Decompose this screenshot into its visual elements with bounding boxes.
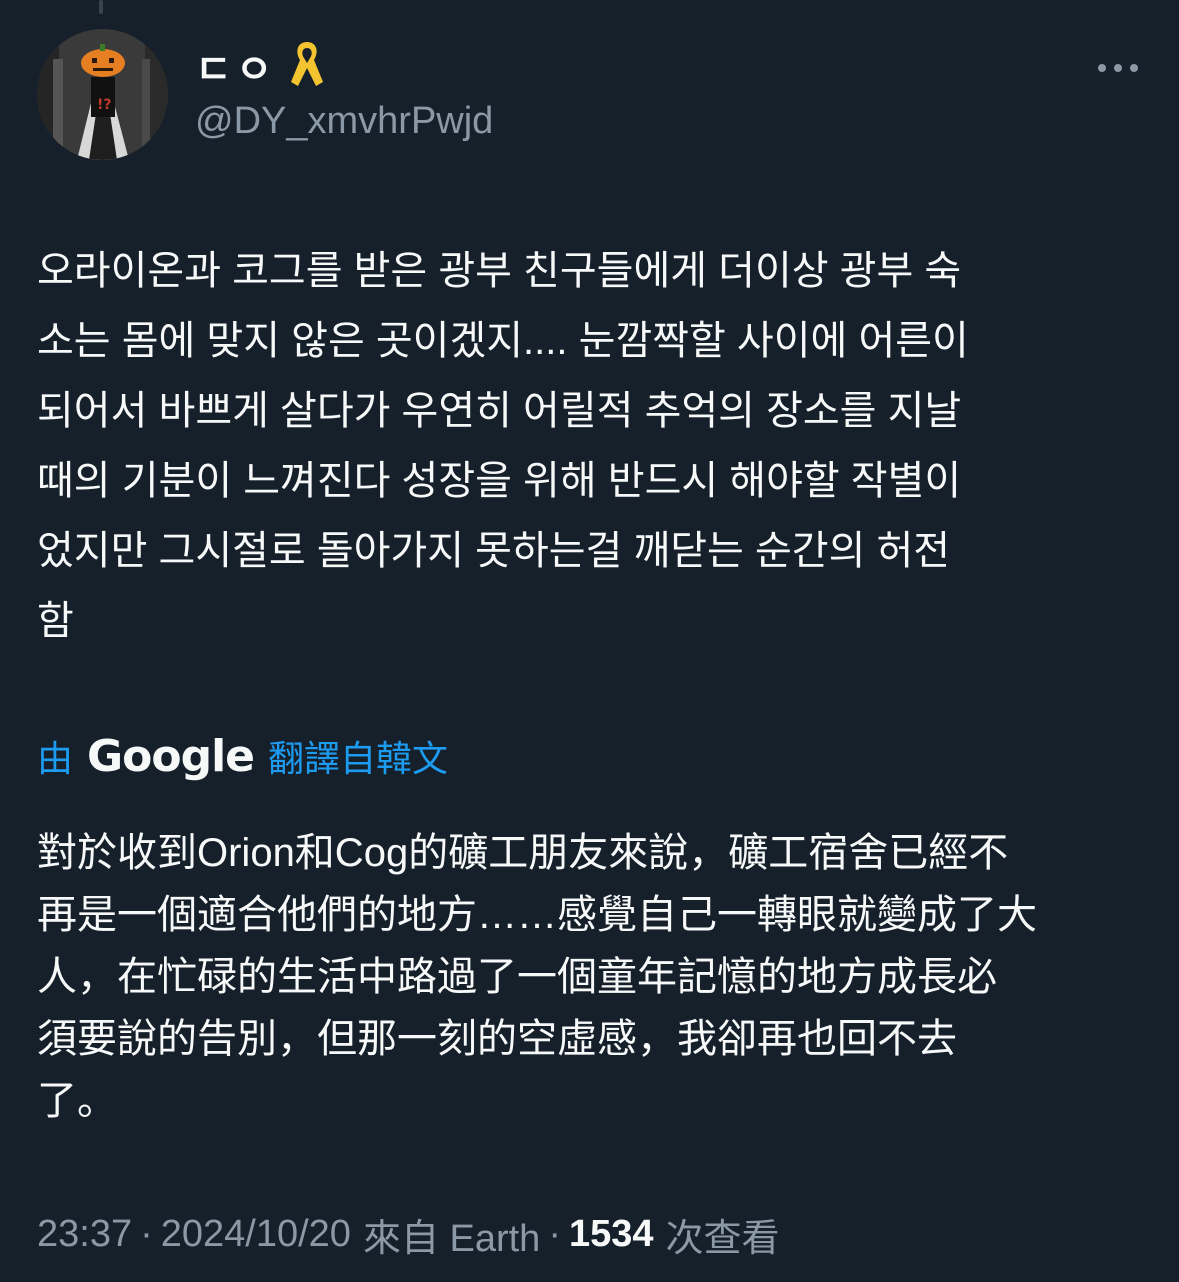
tweet-meta: 23:37 · 2024/10/20 來自 Earth · 1534 次查看 xyxy=(37,1206,780,1262)
more-horizontal-icon xyxy=(1098,64,1138,72)
views-count[interactable]: 1534 xyxy=(569,1213,654,1256)
meta-separator-2: · xyxy=(548,1212,561,1255)
google-logo: Google xyxy=(87,730,255,782)
tweet-time[interactable]: 23:37 xyxy=(37,1213,132,1256)
tweet-source: 來自 Earth xyxy=(362,1217,541,1260)
translation-prefix: 由 xyxy=(37,738,74,779)
svg-text:!?: !? xyxy=(97,97,112,113)
translated-tweet-text: 對於收到Orion和Cog的礦工朋友來說，礦工宿舍已經不 再是一個適合他們的地方… xyxy=(37,831,1037,1123)
avatar[interactable]: !? xyxy=(37,29,168,160)
more-options-button[interactable] xyxy=(1088,48,1148,88)
translation-attribution[interactable]: 由 Google 翻譯自韓文 xyxy=(37,728,448,784)
views-label: 次查看 xyxy=(665,1217,780,1260)
tweet-date[interactable]: 2024/10/20 xyxy=(161,1213,351,1256)
pumpkin-head-avatar-image: !? xyxy=(37,29,168,160)
author-handle[interactable]: @DY_xmvhrPwjd xyxy=(195,100,493,143)
author-display-name-row[interactable]: ㄷㅇ xyxy=(195,38,327,94)
translation-language-link[interactable]: 翻譯自韓文 xyxy=(268,730,448,782)
author-display-name[interactable]: ㄷㅇ xyxy=(195,37,277,95)
yellow-ribbon-icon xyxy=(287,38,327,94)
meta-separator: · xyxy=(140,1212,153,1255)
thread-connector-line xyxy=(99,0,103,14)
tweet-text: 오라이온과 코그를 받은 광부 친구들에게 더이상 광부 숙 소는 몸에 맞지 … xyxy=(37,249,969,643)
